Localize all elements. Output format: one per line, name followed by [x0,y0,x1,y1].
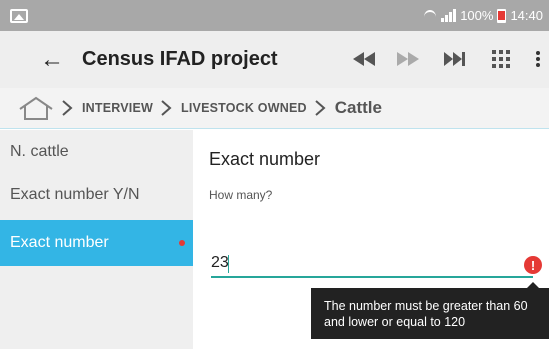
back-button[interactable]: ← [30,38,74,82]
app-toolbar: ← Census IFAD project [0,31,549,88]
fast-forward-icon [397,52,419,66]
sidebar-item-label: N. cattle [10,142,69,160]
sidebar-item-exact-number[interactable]: Exact number [0,220,193,266]
error-icon[interactable]: ! [524,256,542,274]
arrow-left-icon: ← [40,45,64,73]
breadcrumb-interview[interactable]: INTERVIEW [82,101,153,115]
battery-icon [497,8,507,23]
app-title: Census IFAD project [82,48,278,70]
fast-forward-button[interactable] [386,37,430,81]
clock: 14:40 [510,8,543,23]
breadcrumb-current: Cattle [334,98,382,117]
breadcrumb: INTERVIEW LIVESTOCK OWNED Cattle [0,88,549,129]
rewind-button[interactable] [342,37,386,81]
skip-to-end-button[interactable] [433,37,477,81]
error-tooltip: The number must be greater than 60 and l… [311,288,549,339]
status-bar: 100% 14:40 [0,0,549,31]
question-sidebar: N. cattle Exact number Y/N Exact number [0,130,193,349]
answer-input[interactable] [211,250,533,278]
breadcrumb-livestock-owned[interactable]: LIVESTOCK OWNED [181,101,307,115]
error-indicator-dot [179,240,185,246]
chevron-right-icon [315,100,326,116]
battery-percent: 100% [460,8,494,23]
grid-button[interactable] [479,37,523,81]
sidebar-item-label: Exact number Y/N [10,185,140,203]
rewind-icon [353,52,375,66]
sidebar-item-label: Exact number [10,234,109,251]
chevron-right-icon [161,100,172,116]
status-indicators: 100% 14:40 [423,8,543,23]
wifi-icon [423,9,437,23]
image-notification-icon [10,8,28,23]
question-title: Exact number [209,149,321,169]
sidebar-item-n-cattle[interactable]: N. cattle [0,130,193,173]
grid-icon [492,50,510,68]
more-options-button[interactable] [527,37,549,81]
signal-icon [441,9,457,22]
chevron-right-icon [62,100,73,116]
sidebar-item-exact-number-yn[interactable]: Exact number Y/N [0,173,193,216]
question-panel: Exact number How many? ! The number must… [193,130,549,349]
home-icon[interactable] [18,95,54,121]
more-vert-icon [536,51,540,67]
question-hint: How many? [209,188,273,202]
text-cursor [228,255,229,273]
skip-to-end-icon [444,52,465,66]
